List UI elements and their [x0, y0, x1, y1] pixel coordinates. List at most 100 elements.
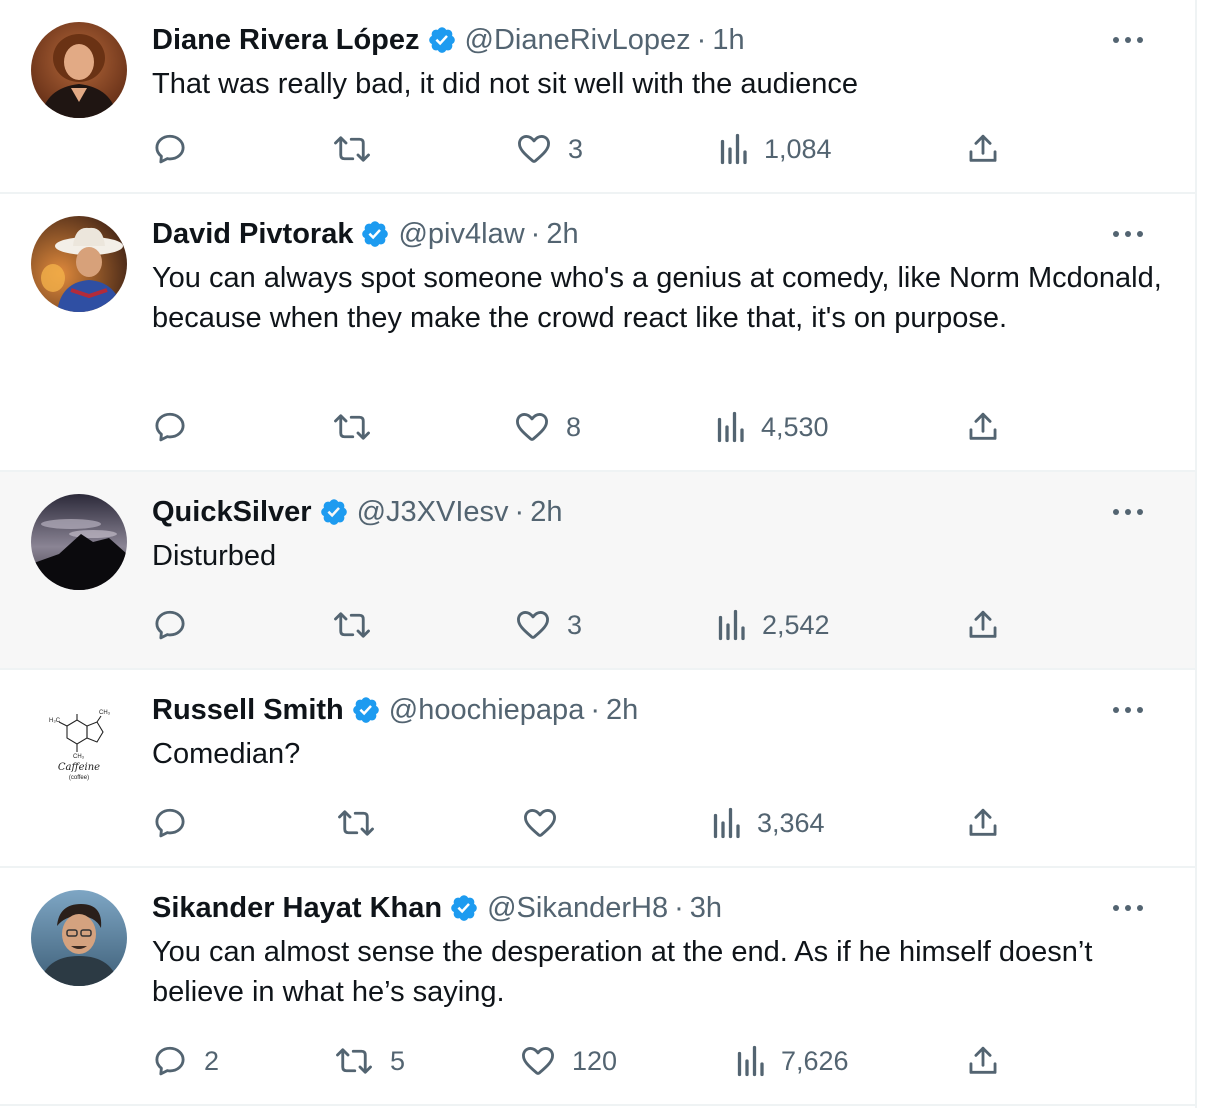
verified-badge-icon	[351, 695, 381, 725]
reply-button[interactable]: 2	[152, 1041, 219, 1081]
like-count: 3	[568, 133, 584, 164]
timestamp[interactable]: 3h	[690, 890, 722, 926]
views-icon	[718, 131, 748, 167]
more-dots-icon[interactable]	[1111, 890, 1145, 926]
reply-button[interactable]	[152, 129, 204, 169]
tweet-text: You can almost sense the desperation at …	[152, 936, 1093, 1008]
views-icon	[716, 607, 746, 643]
like-button[interactable]: 120	[520, 1041, 617, 1081]
like-icon	[516, 131, 552, 167]
avatar[interactable]	[31, 890, 127, 986]
svg-text:CH₃: CH₃	[99, 710, 111, 716]
more-dots-icon[interactable]	[1111, 22, 1145, 58]
author-handle[interactable]: @J3XVIesv	[357, 494, 509, 530]
tweet[interactable]: Diane Rivera López @DianeRivLopez · 1h T…	[0, 0, 1195, 194]
author-handle[interactable]: @hoochiepapa	[389, 692, 585, 728]
retweet-button[interactable]: 5	[334, 1041, 405, 1081]
avatar-subcaption: (coffee)	[69, 775, 89, 781]
views-button[interactable]: 3,364	[711, 803, 825, 843]
retweet-icon	[336, 805, 376, 841]
avatar[interactable]	[31, 494, 127, 590]
view-count: 3,364	[757, 807, 825, 838]
svg-text:H₃C: H₃C	[49, 718, 61, 724]
like-icon	[515, 607, 551, 643]
timestamp[interactable]: 2h	[546, 216, 578, 252]
timestamp[interactable]: 2h	[530, 494, 562, 530]
share-button[interactable]	[966, 803, 1000, 843]
like-icon	[522, 805, 558, 841]
svg-text:CH₃: CH₃	[73, 754, 85, 760]
separator: ·	[696, 24, 707, 56]
retweet-icon	[332, 409, 372, 445]
retweet-button[interactable]	[336, 803, 392, 843]
author-name[interactable]: Sikander Hayat Khan	[152, 890, 442, 926]
views-icon	[715, 409, 745, 445]
tweet-text: That was really bad, it did not sit well…	[152, 68, 859, 100]
tweet[interactable]: Sikander Hayat Khan @SikanderH8 · 3h You…	[0, 868, 1195, 1106]
like-button[interactable]	[522, 803, 574, 843]
more-dots-icon[interactable]	[1111, 216, 1145, 252]
retweet-button[interactable]	[332, 129, 388, 169]
author-name[interactable]: Russell Smith	[152, 692, 344, 728]
tweet[interactable]: H₃C CH₃ CH₃ Caffeine (coffee) Russell Sm…	[0, 670, 1195, 868]
views-button[interactable]: 2,542	[716, 605, 830, 645]
view-count: 2,542	[762, 609, 830, 640]
retweet-count: 5	[390, 1045, 406, 1076]
share-button[interactable]	[966, 1041, 1000, 1081]
retweet-button[interactable]	[332, 605, 388, 645]
tweet-text: Disturbed	[152, 540, 277, 572]
like-icon	[514, 409, 550, 445]
share-icon	[966, 1043, 1000, 1079]
separator: ·	[590, 694, 600, 726]
verified-badge-icon	[319, 497, 349, 527]
author-name[interactable]: QuickSilver	[152, 494, 312, 530]
verified-badge-icon	[427, 25, 457, 55]
reply-icon	[152, 805, 188, 841]
share-button[interactable]	[966, 605, 1000, 645]
separator: ·	[514, 496, 525, 528]
retweet-button[interactable]	[332, 407, 388, 447]
like-icon	[520, 1043, 556, 1079]
reply-icon	[152, 409, 188, 445]
more-dots-icon[interactable]	[1111, 494, 1145, 530]
reply-button[interactable]	[152, 605, 204, 645]
share-icon	[966, 131, 1000, 167]
reply-button[interactable]	[152, 803, 204, 843]
share-button[interactable]	[966, 407, 1000, 447]
more-dots-icon[interactable]	[1111, 692, 1145, 728]
views-button[interactable]: 4,530	[715, 407, 829, 447]
share-button[interactable]	[966, 129, 1000, 169]
like-button[interactable]: 3	[515, 605, 582, 645]
tweet-text: Comedian?	[152, 738, 301, 770]
views-button[interactable]: 7,626	[735, 1041, 849, 1081]
tweet[interactable]: David Pivtorak @piv4law · 2h You can alw…	[0, 194, 1195, 472]
reply-button[interactable]	[152, 407, 204, 447]
author-handle[interactable]: @SikanderH8	[487, 890, 668, 926]
avatar[interactable]	[31, 216, 127, 312]
like-button[interactable]: 3	[516, 129, 583, 169]
avatar[interactable]	[31, 22, 127, 118]
avatar[interactable]: H₃C CH₃ CH₃ Caffeine (coffee)	[31, 692, 127, 788]
author-name[interactable]: Diane Rivera López	[152, 22, 420, 58]
author-handle[interactable]: @piv4law	[398, 216, 524, 252]
tweet-text: You can always spot someone who's a geni…	[152, 262, 1162, 334]
timestamp[interactable]: 1h	[712, 22, 744, 58]
view-count: 4,530	[761, 411, 829, 442]
share-icon	[966, 805, 1000, 841]
retweet-icon	[332, 131, 372, 167]
like-count: 8	[566, 411, 582, 442]
reply-icon	[152, 607, 188, 643]
tweet[interactable]: QuickSilver @J3XVIesv · 2h Disturbed 3 2…	[0, 472, 1195, 670]
avatar-caption: Caffeine	[58, 762, 100, 773]
views-icon	[711, 805, 741, 841]
reply-feed: Diane Rivera López @DianeRivLopez · 1h T…	[0, 0, 1197, 1108]
view-count: 1,084	[764, 133, 832, 164]
retweet-icon	[334, 1043, 374, 1079]
author-name[interactable]: David Pivtorak	[152, 216, 353, 252]
views-button[interactable]: 1,084	[718, 129, 832, 169]
verified-badge-icon	[449, 893, 479, 923]
author-handle[interactable]: @DianeRivLopez	[465, 22, 691, 58]
timestamp[interactable]: 2h	[606, 692, 638, 728]
like-button[interactable]: 8	[514, 407, 581, 447]
separator: ·	[674, 892, 684, 924]
